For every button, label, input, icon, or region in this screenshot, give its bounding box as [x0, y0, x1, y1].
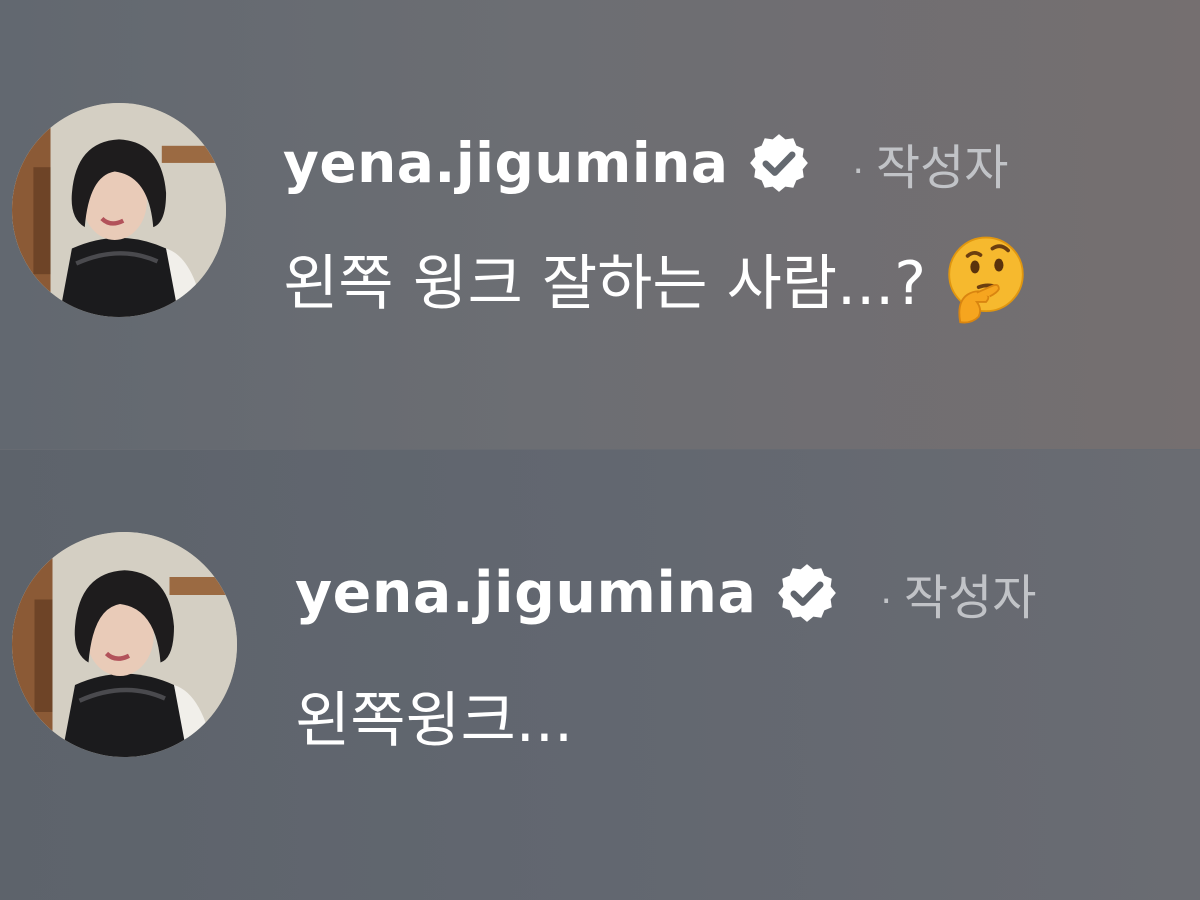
avatar-photo: [12, 103, 226, 317]
comment-text: 왼쪽윙크...: [295, 685, 574, 756]
author-tag: · 작성자: [880, 570, 1037, 626]
author-tag: · 작성자: [852, 140, 1009, 196]
comment-header: yena.jigumina · 작성자: [295, 558, 1036, 628]
comment-item-2: yena.jigumina · 작성자 왼쪽윙크...: [0, 450, 1200, 900]
comment-text: 왼쪽 윙크 잘하는 사람...?: [283, 236, 1032, 324]
comment-header: yena.jigumina · 작성자: [283, 128, 1008, 198]
verified-badge-icon: [746, 130, 812, 196]
comment-item-1: yena.jigumina · 작성자 왼쪽 윙크 잘하는 사람...?: [0, 0, 1200, 449]
verified-badge-icon: [774, 560, 840, 626]
thinking-face-icon: [940, 232, 1032, 324]
avatar-photo: [12, 532, 237, 757]
avatar[interactable]: [12, 532, 237, 757]
username[interactable]: yena.jigumina: [283, 131, 728, 195]
avatar[interactable]: [12, 103, 226, 317]
username[interactable]: yena.jigumina: [295, 560, 756, 626]
